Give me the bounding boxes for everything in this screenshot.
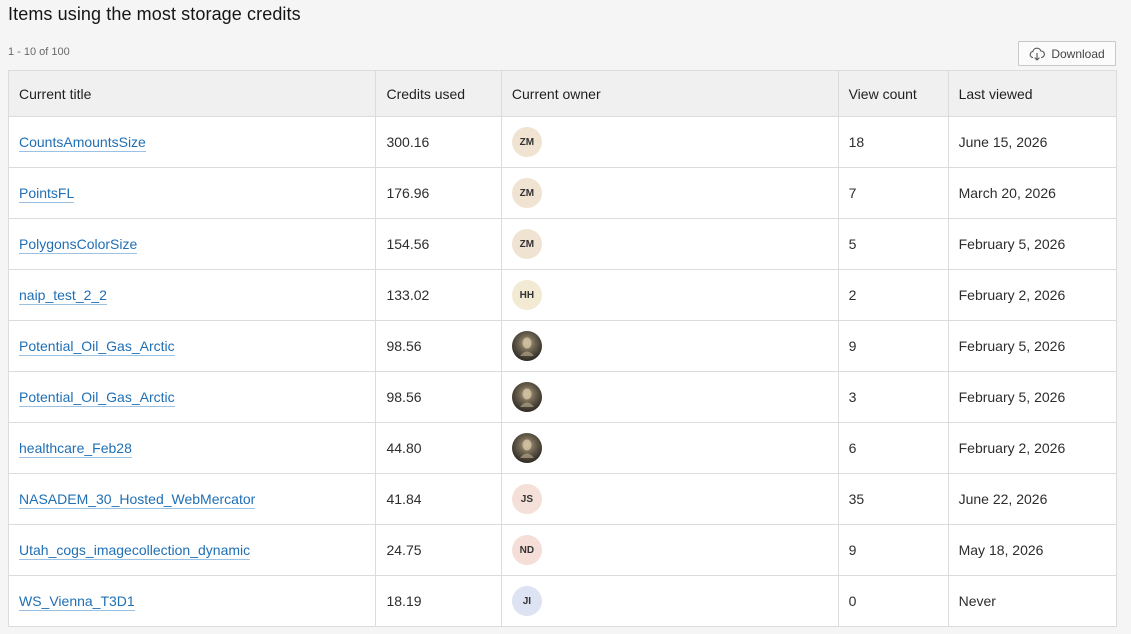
- credits-cell: 154.56: [375, 218, 502, 270]
- view-count-cell: 3: [837, 371, 949, 423]
- view-count-cell: 2: [837, 269, 949, 321]
- view-count-cell: 9: [837, 524, 949, 576]
- owner-cell: [500, 320, 839, 372]
- title-cell: healthcare_Feb28: [7, 422, 377, 474]
- credits-cell: 18.19: [375, 575, 502, 627]
- view-count-cell: 7: [837, 167, 949, 219]
- last-viewed-cell: February 5, 2026: [947, 218, 1118, 270]
- items-table: Current title Credits used Current owner…: [7, 70, 1118, 627]
- item-title-link[interactable]: Utah_cogs_imagecollection_dynamic: [19, 542, 251, 560]
- table-row: NASADEM_30_Hosted_WebMercator 41.84 JS 35 Ju…: [7, 473, 1118, 525]
- credits-cell: 44.80: [375, 422, 502, 474]
- owner-cell: HH: [500, 269, 839, 321]
- title-cell: PolygonsColorSize: [7, 218, 377, 270]
- table-row: Potential_Oil_Gas_Arctic 98.56 9 February 5…: [7, 320, 1118, 372]
- storage-credits-panel: Items using the most storage credits 1 -…: [0, 0, 1131, 634]
- owner-avatar[interactable]: ZM: [511, 229, 542, 259]
- title-cell: naip_test_2_2: [7, 269, 377, 321]
- credits-cell: 98.56: [375, 320, 502, 372]
- title-cell: NASADEM_30_Hosted_WebMercator: [7, 473, 377, 525]
- title-cell: WS_Vienna_T3D1: [7, 575, 377, 627]
- title-cell: PointsFL: [7, 167, 377, 219]
- owner-cell: [500, 422, 839, 474]
- item-title-link[interactable]: naip_test_2_2: [19, 287, 107, 305]
- column-header-views[interactable]: View count: [837, 70, 949, 117]
- title-cell: Potential_Oil_Gas_Arctic: [7, 320, 377, 372]
- title-cell: Potential_Oil_Gas_Arctic: [7, 371, 377, 423]
- owner-avatar[interactable]: ZM: [511, 178, 542, 208]
- credits-cell: 98.56: [375, 371, 502, 423]
- item-title-link[interactable]: PointsFL: [19, 185, 75, 203]
- column-header-title[interactable]: Current title: [7, 70, 377, 117]
- table-row: PolygonsColorSize 154.56 ZM 5 February 5, 20…: [7, 218, 1118, 270]
- credits-cell: 24.75: [375, 524, 502, 576]
- owner-avatar-photo[interactable]: [511, 331, 542, 361]
- download-button[interactable]: Download: [1018, 41, 1116, 66]
- owner-avatar[interactable]: HH: [511, 280, 542, 310]
- last-viewed-cell: February 2, 2026: [947, 269, 1118, 321]
- last-viewed-cell: March 20, 2026: [947, 167, 1118, 219]
- owner-avatar-photo[interactable]: [511, 382, 542, 412]
- owner-cell: JS: [500, 473, 839, 525]
- pagination-range: 1 - 10 of 100: [8, 46, 70, 58]
- owner-avatar[interactable]: JS: [511, 484, 542, 514]
- view-count-cell: 5: [837, 218, 949, 270]
- owner-cell: ZM: [500, 218, 839, 270]
- last-viewed-cell: June 15, 2026: [947, 116, 1118, 168]
- view-count-cell: 6: [837, 422, 949, 474]
- owner-cell: JI: [500, 575, 839, 627]
- table-row: CountsAmountsSize 300.16 ZM 18 June 15, 2026: [7, 116, 1118, 168]
- title-cell: CountsAmountsSize: [7, 116, 377, 168]
- owner-avatar[interactable]: ND: [511, 535, 542, 565]
- owner-avatar[interactable]: JI: [511, 586, 542, 616]
- owner-cell: [500, 371, 839, 423]
- view-count-cell: 0: [837, 575, 949, 627]
- item-title-link[interactable]: Potential_Oil_Gas_Arctic: [19, 389, 175, 407]
- credits-cell: 176.96: [375, 167, 502, 219]
- item-title-link[interactable]: PolygonsColorSize: [19, 236, 138, 254]
- item-title-link[interactable]: NASADEM_30_Hosted_WebMercator: [19, 491, 256, 509]
- owner-cell: ZM: [500, 167, 839, 219]
- credits-cell: 41.84: [375, 473, 502, 525]
- last-viewed-cell: February 5, 2026: [947, 371, 1118, 423]
- last-viewed-cell: February 2, 2026: [947, 422, 1118, 474]
- owner-cell: ND: [500, 524, 839, 576]
- table-row: naip_test_2_2 133.02 HH 2 February 2, 2026: [7, 269, 1118, 321]
- last-viewed-cell: June 22, 2026: [947, 473, 1118, 525]
- last-viewed-cell: May 18, 2026: [947, 524, 1118, 576]
- table-row: PointsFL 176.96 ZM 7 March 20, 2026: [7, 167, 1118, 219]
- owner-avatar-photo[interactable]: [511, 433, 542, 463]
- table-row: Utah_cogs_imagecollection_dynamic 24.75 ND…: [7, 524, 1118, 576]
- item-title-link[interactable]: healthcare_Feb28: [19, 440, 132, 458]
- view-count-cell: 35: [837, 473, 949, 525]
- table-row: WS_Vienna_T3D1 18.19 JI 0 Never: [7, 575, 1118, 627]
- credits-cell: 300.16: [375, 116, 502, 168]
- table-header-row: Current title Credits used Current owner…: [7, 70, 1118, 117]
- view-count-cell: 9: [837, 320, 949, 372]
- download-label: Download: [1051, 46, 1105, 61]
- view-count-cell: 18: [837, 116, 949, 168]
- cloud-download-icon: [1029, 47, 1046, 61]
- item-title-link[interactable]: WS_Vienna_T3D1: [19, 593, 135, 611]
- owner-avatar[interactable]: ZM: [511, 127, 542, 157]
- page-title: Items using the most storage credits: [8, 4, 301, 24]
- column-header-owner[interactable]: Current owner: [500, 70, 839, 117]
- credits-cell: 133.02: [375, 269, 502, 321]
- item-title-link[interactable]: Potential_Oil_Gas_Arctic: [19, 338, 175, 356]
- table-row: Potential_Oil_Gas_Arctic 98.56 3 February 5…: [7, 371, 1118, 423]
- title-cell: Utah_cogs_imagecollection_dynamic: [7, 524, 377, 576]
- last-viewed-cell: February 5, 2026: [947, 320, 1118, 372]
- owner-cell: ZM: [500, 116, 839, 168]
- column-header-credits[interactable]: Credits used: [375, 70, 502, 117]
- table-row: healthcare_Feb28 44.80 6 February 2, 2026: [7, 422, 1118, 474]
- column-header-last-viewed[interactable]: Last viewed: [947, 70, 1118, 117]
- item-title-link[interactable]: CountsAmountsSize: [19, 134, 146, 152]
- last-viewed-cell: Never: [947, 575, 1118, 627]
